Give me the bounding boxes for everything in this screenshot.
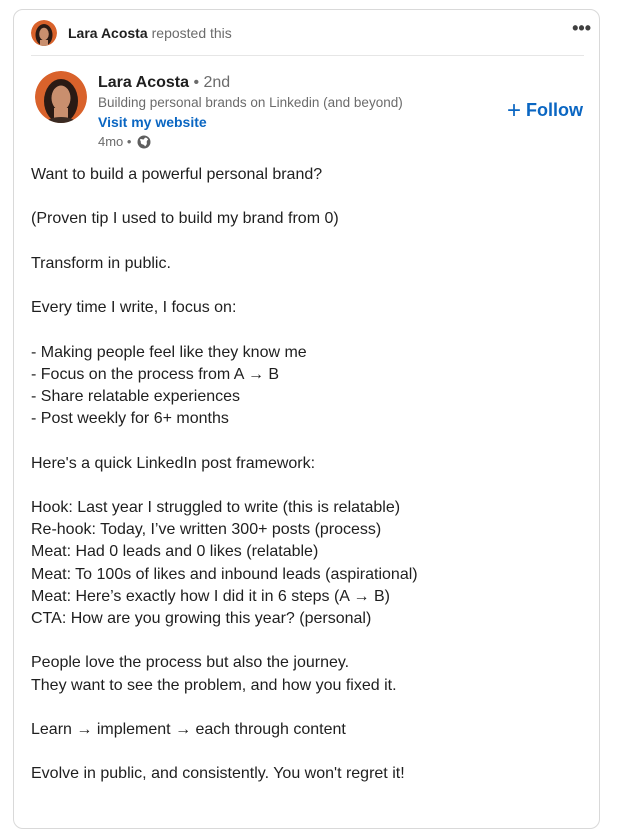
post-line: Meat: Here’s exactly how I did it in 6 s… [31,587,390,605]
post-line: Here's a quick LinkedIn post framework: [31,454,316,472]
post-text: Want to build a powerful personal brand?… [31,164,591,786]
post-line: Meat: To 100s of likes and inbound leads… [31,565,418,583]
post-line [31,741,591,763]
post-line [31,475,591,497]
post-line: (Proven tip I used to build my brand fro… [31,210,339,228]
visit-website-link[interactable]: Visit my website [98,112,207,132]
post-age: 4mo • [98,134,132,149]
post-line [31,275,591,297]
author-headline: Building personal brands on Linkedin (an… [98,95,403,110]
post-line [31,630,591,652]
connection-degree: • 2nd [189,74,231,91]
post-line: Learn → implement → each through content [31,721,346,739]
author-line: Lara Acosta • 2nd [98,73,478,93]
follow-label: Follow [526,100,583,120]
post-line [31,231,591,253]
post-line: Every time I write, I focus on: [31,299,237,317]
post-line: - Post weekly for 6+ months [31,410,229,428]
reposter-name[interactable]: Lara Acosta [68,25,148,41]
post-line [31,430,591,452]
post-line [31,697,591,719]
author-info: Lara Acosta • 2nd Building personal bran… [98,73,478,152]
post-meta: 4mo • [98,132,478,152]
post-line: Want to build a powerful personal brand? [31,166,323,183]
reposter-avatar[interactable] [31,20,57,46]
post-line: Meat: Had 0 leads and 0 likes (relatable… [31,543,319,561]
post-line: - Focus on the process from A → B [31,365,280,383]
post-line: People love the process but also the jou… [31,654,350,672]
plus-icon: + [506,96,521,124]
author-avatar[interactable] [35,71,87,123]
post-line: - Share relatable experiences [31,388,241,406]
post-line: CTA: How are you growing this year? (per… [31,610,372,628]
follow-button[interactable]: + Follow [506,96,583,124]
repost-text: Lara Acosta reposted this [68,25,232,41]
author-name[interactable]: Lara Acosta [98,74,189,91]
divider [31,55,584,56]
globe-icon [137,135,151,149]
post-line: - Making people feel like they know me [31,343,307,361]
post-line: Re-hook: Today, I’ve written 300+ posts … [31,521,382,539]
post-line: They want to see the problem, and how yo… [31,676,397,694]
repost-label: reposted this [151,25,232,41]
post-line [31,319,591,341]
post-card: Lara Acosta reposted this ••• Lara Acosta… [13,9,600,829]
repost-header: Lara Acosta reposted this [31,19,586,47]
post-line: Evolve in public, and consistently. You … [31,765,405,783]
post-line: Transform in public. [31,254,171,272]
more-options-button[interactable]: ••• [572,19,591,37]
post-line [31,186,591,208]
post-line: Hook: Last year I struggled to write (th… [31,499,401,517]
